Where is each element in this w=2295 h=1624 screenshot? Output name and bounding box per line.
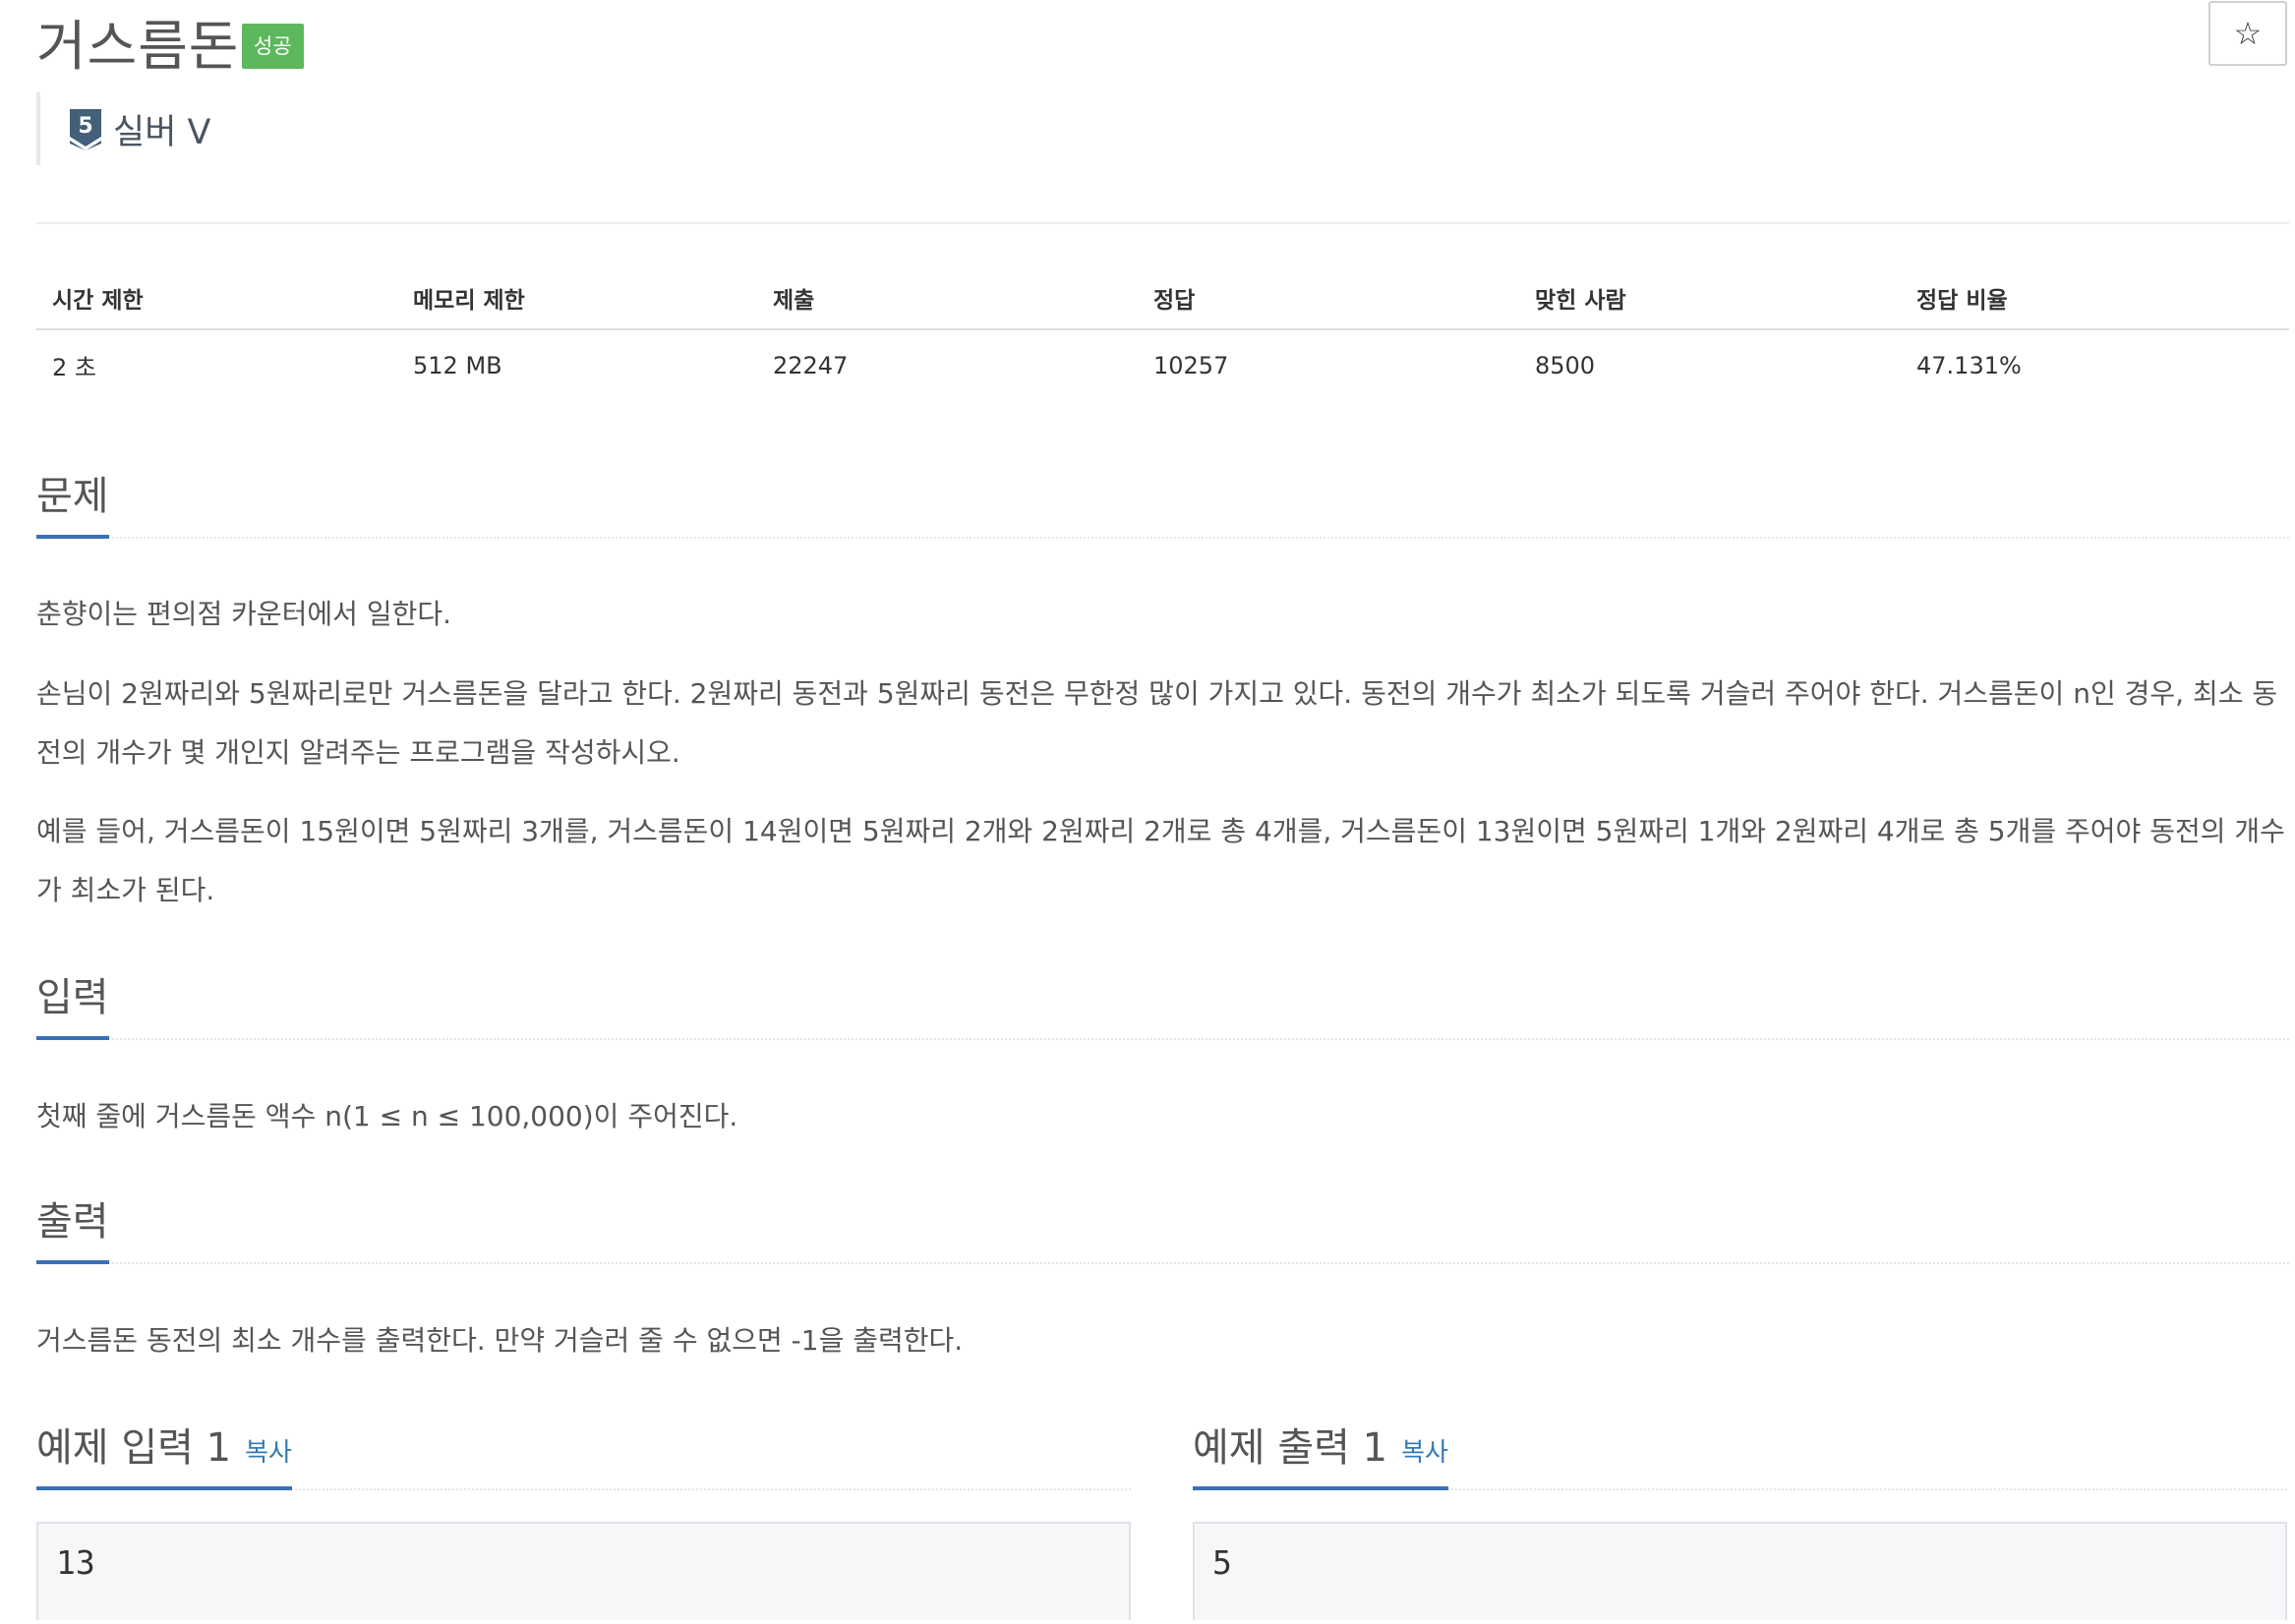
divider xyxy=(36,222,2289,224)
stats-value-memory-limit: 512 MB xyxy=(413,351,502,379)
stats-value-time-limit: 2 초 xyxy=(52,354,96,381)
output-section-title: 출력 xyxy=(36,1189,109,1264)
stats-value-row: 2 초 512 MB 22247 10257 8500 47.131% xyxy=(36,329,2289,400)
stats-header-time-limit: 시간 제한 xyxy=(36,267,397,330)
input-description: 첫째 줄에 거스름돈 액수 n(1 ≤ n ≤ 100,000)이 주어진다. xyxy=(36,1100,738,1132)
sample-output-title: 예제 출력 1 xyxy=(1193,1425,1388,1471)
sample-input-panel: 예제 입력 1 복사 13 xyxy=(36,1418,1131,1620)
stats-header-memory-limit: 메모리 제한 xyxy=(397,267,757,330)
problem-header: 거스름돈 성공 ☆ xyxy=(36,0,2289,78)
problem-stats-table: 시간 제한 메모리 제한 제출 정답 맞힌 사람 정답 비율 2 초 512 M… xyxy=(36,267,2289,400)
stats-value-submissions: 22247 xyxy=(773,351,849,379)
input-section-header: 입력 xyxy=(36,967,2289,1040)
problem-paragraph-1: 춘향이는 편의점 카운터에서 일한다. xyxy=(36,598,452,630)
output-section-header: 출력 xyxy=(36,1191,2289,1264)
stats-header-solved-users: 맞힌 사람 xyxy=(1519,267,1901,330)
stats-header-submissions: 제출 xyxy=(757,267,1138,330)
sample-output-box[interactable]: 5 xyxy=(1193,1522,2287,1620)
silver-tier-shield-icon: 5 xyxy=(70,109,101,150)
sample-input-box[interactable]: 13 xyxy=(36,1522,1131,1620)
sample-output-panel: 예제 출력 1 복사 5 xyxy=(1193,1418,2287,1620)
stats-header-accepted: 정답 xyxy=(1138,267,1519,330)
copy-sample-input-link[interactable]: 복사 xyxy=(245,1438,292,1468)
stats-header-accept-ratio: 정답 비율 xyxy=(1901,267,2289,330)
stats-value-solved-users: 8500 xyxy=(1535,351,1596,379)
stats-header-row: 시간 제한 메모리 제한 제출 정답 맞힌 사람 정답 비율 xyxy=(36,267,2289,330)
problem-section-header: 문제 xyxy=(36,466,2289,539)
stats-value-accept-ratio: 47.131% xyxy=(1916,351,2022,379)
output-description: 거스름돈 동전의 최소 개수를 출력한다. 만약 거슬러 줄 수 없으면 -1을… xyxy=(36,1324,964,1357)
problem-title: 거스름돈 xyxy=(36,15,240,78)
sample-input-title: 예제 입력 1 xyxy=(36,1425,232,1471)
tier-block: 5 실버 V xyxy=(36,92,210,165)
sample-output-header: 예제 출력 1 복사 xyxy=(1193,1418,2287,1490)
star-button[interactable]: ☆ xyxy=(2208,1,2287,66)
tier-label: 실버 V xyxy=(113,112,211,152)
status-badge: 성공 xyxy=(242,24,304,69)
star-outline-icon: ☆ xyxy=(2233,16,2263,51)
problem-section-title: 문제 xyxy=(36,464,109,539)
stats-value-accepted: 10257 xyxy=(1153,351,1229,379)
tier-number: 5 xyxy=(78,114,92,139)
problem-paragraph-2: 손님이 2원짜리와 5원짜리로만 거스름돈을 달라고 한다. 2원짜리 동전과 … xyxy=(36,677,2278,769)
input-section-title: 입력 xyxy=(36,965,109,1040)
sample-input-header: 예제 입력 1 복사 xyxy=(36,1418,1131,1490)
problem-paragraph-3: 예를 들어, 거스름돈이 15원이면 5원짜리 3개를, 거스름돈이 14원이면… xyxy=(36,815,2285,906)
copy-sample-output-link[interactable]: 복사 xyxy=(1401,1438,1448,1468)
